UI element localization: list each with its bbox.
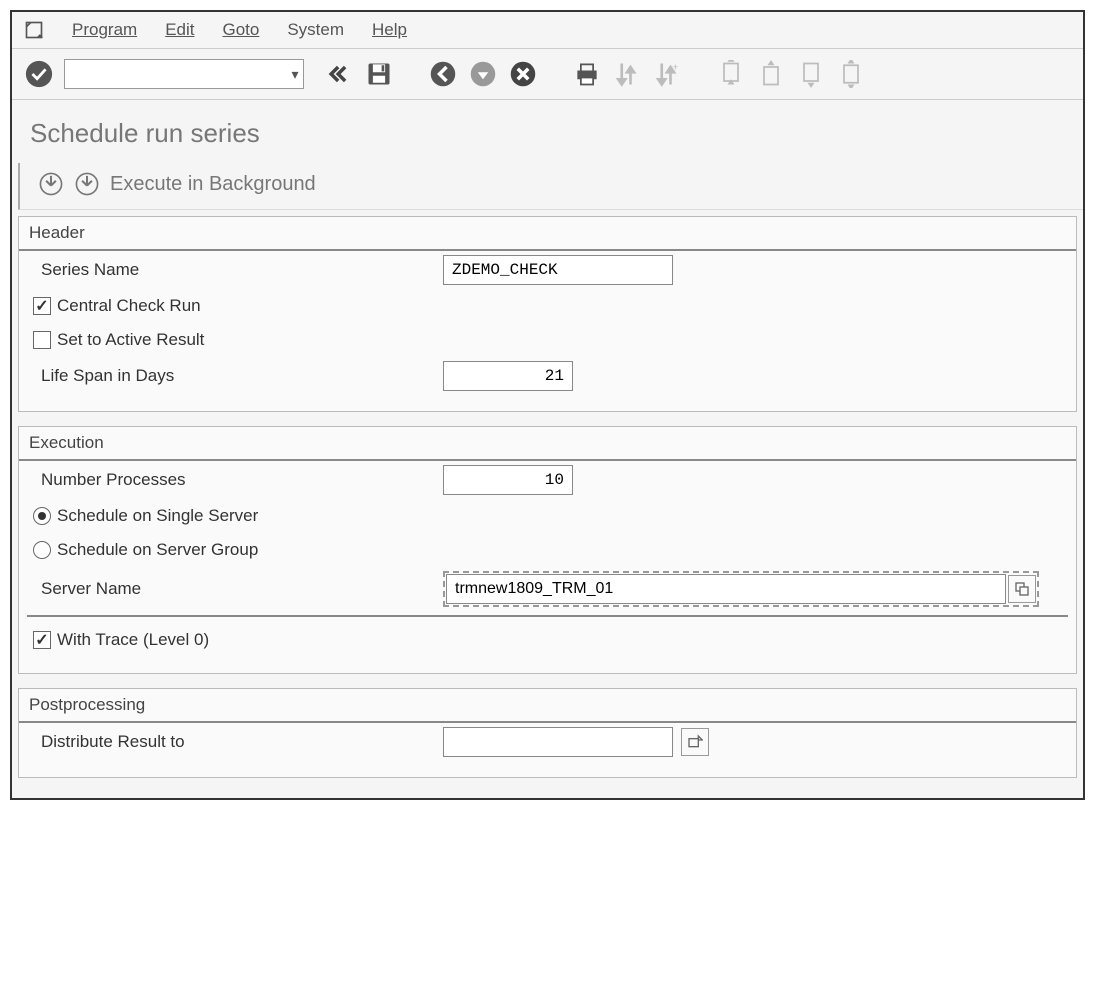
- standard-toolbar: ▾ +: [12, 49, 1083, 100]
- central-check-checkbox[interactable]: [33, 297, 51, 315]
- series-name-input[interactable]: [443, 255, 673, 285]
- prev-page-icon: [756, 59, 786, 89]
- life-span-label: Life Span in Days: [33, 366, 443, 386]
- group-execution: Execution Number Processes Schedule on S…: [18, 426, 1077, 674]
- execute-bg-label[interactable]: Execute in Background: [110, 173, 316, 196]
- life-span-input[interactable]: [443, 361, 573, 391]
- command-field[interactable]: [64, 59, 304, 89]
- distribute-label: Distribute Result to: [33, 732, 443, 752]
- series-name-label: Series Name: [33, 260, 443, 280]
- central-check-label: Central Check Run: [57, 296, 201, 316]
- menu-bar: Program Edit Goto System Help: [12, 12, 1083, 49]
- server-name-input[interactable]: [446, 574, 1006, 604]
- menu-edit[interactable]: Edit: [165, 20, 194, 40]
- group-header-title: Header: [19, 217, 1076, 251]
- cancel-icon[interactable]: [508, 59, 538, 89]
- set-active-checkbox[interactable]: [33, 331, 51, 349]
- group-postprocessing: Postprocessing Distribute Result to: [18, 688, 1077, 778]
- server-name-label: Server Name: [33, 579, 443, 599]
- server-group-radio[interactable]: [33, 541, 51, 559]
- sap-window: Program Edit Goto System Help ▾: [10, 10, 1085, 800]
- next-page-icon: [796, 59, 826, 89]
- command-dropdown-icon[interactable]: ▾: [286, 66, 304, 83]
- save-icon[interactable]: [364, 59, 394, 89]
- back-chevrons-icon[interactable]: [324, 59, 354, 89]
- execute-bg-icon[interactable]: [74, 171, 100, 197]
- back-icon[interactable]: [428, 59, 458, 89]
- distribute-multiselect-icon[interactable]: [681, 728, 709, 756]
- application-toolbar: Execute in Background: [18, 163, 1083, 210]
- num-processes-label: Number Processes: [33, 470, 443, 490]
- distribute-input[interactable]: [443, 727, 673, 757]
- group-postprocessing-title: Postprocessing: [19, 689, 1076, 723]
- server-name-value-help-icon[interactable]: [1008, 575, 1036, 603]
- enter-button[interactable]: [24, 59, 54, 89]
- exit-icon[interactable]: [468, 59, 498, 89]
- menu-help[interactable]: Help: [372, 20, 407, 40]
- menu-system[interactable]: System: [287, 20, 344, 40]
- server-group-label: Schedule on Server Group: [57, 540, 258, 560]
- svg-text:+: +: [672, 62, 678, 74]
- single-server-radio[interactable]: [33, 507, 51, 525]
- content-area: Header Series Name Central Check Run Set…: [12, 210, 1083, 798]
- group-header: Header Series Name Central Check Run Set…: [18, 216, 1077, 412]
- find-icon: [612, 59, 642, 89]
- execute-icon[interactable]: [38, 171, 64, 197]
- menu-program[interactable]: Program: [72, 20, 137, 40]
- print-icon[interactable]: [572, 59, 602, 89]
- find-next-icon: +: [652, 59, 682, 89]
- last-page-icon: [836, 59, 866, 89]
- first-page-icon: [716, 59, 746, 89]
- num-processes-input[interactable]: [443, 465, 573, 495]
- menu-goto[interactable]: Goto: [222, 20, 259, 40]
- with-trace-label: With Trace (Level 0): [57, 630, 209, 650]
- set-active-label: Set to Active Result: [57, 330, 204, 350]
- page-title: Schedule run series: [12, 100, 1083, 163]
- group-execution-title: Execution: [19, 427, 1076, 461]
- single-server-label: Schedule on Single Server: [57, 506, 258, 526]
- window-menu-icon[interactable]: [24, 20, 44, 40]
- with-trace-checkbox[interactable]: [33, 631, 51, 649]
